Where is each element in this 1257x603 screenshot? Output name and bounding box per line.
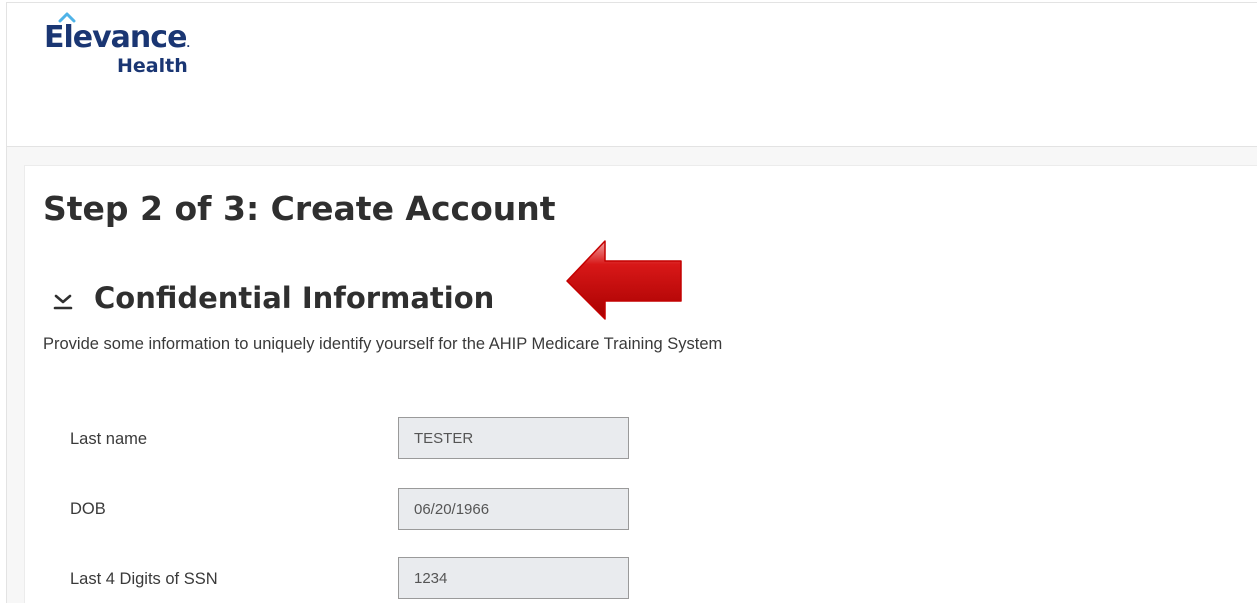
red-arrow-icon: [566, 240, 682, 320]
elevance-health-logo[interactable]: Elevance. Health: [44, 7, 214, 82]
chevron-down-icon[interactable]: [52, 290, 74, 312]
dob-field[interactable]: [398, 488, 629, 530]
logo-name: Elevance: [44, 20, 187, 55]
dob-label: DOB: [70, 500, 106, 518]
page-title: Step 2 of 3: Create Account: [43, 189, 556, 228]
last-name-label: Last name: [70, 430, 148, 448]
section-title: Confidential Information: [94, 281, 495, 315]
ssn-last4-label: Last 4 Digits of SSN: [70, 570, 218, 588]
main-content: [24, 165, 1257, 603]
header-gap: [7, 147, 1257, 165]
site-header: Elevance. Health: [6, 2, 1257, 147]
logo-subtitle: Health: [117, 55, 188, 77]
content-side-margin: [7, 165, 24, 603]
ssn-last4-field[interactable]: [398, 557, 629, 599]
section-description: Provide some information to uniquely ide…: [43, 335, 723, 353]
last-name-field[interactable]: [398, 417, 629, 459]
